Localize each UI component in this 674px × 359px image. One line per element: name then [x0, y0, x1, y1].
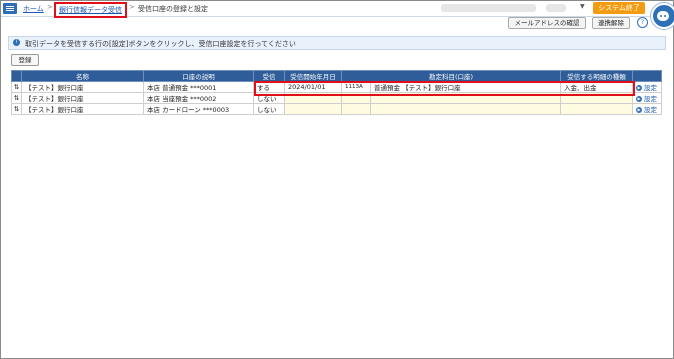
system-end-button[interactable]: システム終了 — [593, 2, 645, 14]
setting-cell: ▶ 設定 — [632, 81, 663, 93]
cell-name: 【テスト】銀行口座 — [21, 92, 144, 104]
cell-account-code — [341, 103, 371, 115]
help-question-icon[interactable]: ? — [637, 17, 648, 28]
hamburger-menu-button[interactable] — [3, 3, 17, 14]
sort-handle-icon[interactable]: ⇅ — [11, 92, 22, 104]
info-icon: i — [13, 39, 20, 46]
column-header-receive[interactable]: 受信 — [253, 70, 285, 82]
menu-line-icon — [6, 8, 14, 9]
cell-name: 【テスト】銀行口座 — [21, 103, 144, 115]
cell-account — [369, 103, 562, 115]
app-frame: ホーム > 銀行信報データ受信 > 受信口座の登録と設定 ▼ システム終了 メー… — [0, 0, 674, 359]
cell-start-date — [284, 103, 342, 115]
mascot-eye-icon — [660, 15, 662, 17]
cell-detail-types — [560, 103, 634, 115]
office-info-blurred — [546, 4, 566, 12]
mascot-face-icon — [657, 11, 669, 21]
cell-description: 本店 当座預金 ***0002 — [143, 92, 254, 104]
cell-name: 【テスト】銀行口座 — [21, 81, 144, 93]
register-button[interactable]: 登録 — [11, 54, 39, 66]
menu-line-icon — [6, 10, 14, 11]
sort-column-header — [11, 70, 22, 82]
table-row: ⇅ 【テスト】銀行口座 本店 カードローン ***0003 しない ▶ 設定 — [11, 103, 663, 115]
top-bar: ホーム > 銀行信報データ受信 > 受信口座の登録と設定 ▼ システム終了 — [1, 1, 673, 18]
info-message: i 取引データを受信する行の[設定]ボタンをクリックし、受信口座設定を行ってくだ… — [8, 36, 666, 50]
column-header-account[interactable]: 勘定科目(口座) — [340, 70, 562, 82]
column-header-setting — [632, 70, 663, 82]
breadcrumb-current: 受信口座の登録と設定 — [138, 5, 208, 13]
menu-line-icon — [6, 6, 14, 7]
setting-button[interactable]: ▶ 設定 — [636, 106, 657, 114]
help-mascot-icon[interactable] — [651, 3, 674, 29]
breadcrumb-separator: > — [129, 3, 135, 11]
breadcrumb-home-link[interactable]: ホーム — [23, 4, 44, 14]
chevron-down-icon[interactable]: ▼ — [580, 3, 585, 10]
user-info-blurred — [441, 4, 536, 12]
mail-address-check-button[interactable]: メールアドレスの確認 — [508, 17, 586, 29]
mascot-eye-icon — [664, 15, 666, 17]
breadcrumb-separator: > — [47, 3, 53, 11]
setting-button[interactable]: ▶ 設定 — [636, 95, 657, 103]
column-header-description[interactable]: 口座の説明 — [143, 70, 254, 82]
setting-cell: ▶ 設定 — [632, 92, 663, 104]
column-header-start-date[interactable]: 受信開始年月日 — [284, 70, 342, 82]
column-header-detail-types[interactable]: 受信する明細の種類 — [560, 70, 634, 82]
setting-label: 設定 — [644, 106, 658, 114]
info-text: 取引データを受信する行の[設定]ボタンをクリックし、受信口座設定を行ってください — [25, 40, 296, 48]
link-release-button[interactable]: 連携解除 — [592, 17, 630, 29]
highlight-box — [254, 81, 635, 96]
arrow-right-icon: ▶ — [636, 107, 643, 113]
sort-handle-icon[interactable]: ⇅ — [11, 103, 22, 115]
cell-receive: しない — [253, 103, 285, 115]
setting-cell: ▶ 設定 — [632, 103, 663, 115]
arrow-right-icon: ▶ — [636, 96, 643, 102]
setting-label: 設定 — [644, 84, 658, 92]
column-header-name[interactable]: 名称 — [21, 70, 144, 82]
table-header-row: 名称 口座の説明 受信 受信開始年月日 勘定科目(口座) 受信する明細の種類 — [11, 70, 663, 82]
setting-label: 設定 — [644, 95, 658, 103]
arrow-right-icon: ▶ — [636, 85, 643, 91]
cell-description: 本店 カードローン ***0003 — [143, 103, 254, 115]
cell-description: 本店 普通預金 ***0001 — [143, 81, 254, 93]
breadcrumb-section-link[interactable]: 銀行信報データ受信 — [54, 2, 127, 18]
sort-handle-icon[interactable]: ⇅ — [11, 81, 22, 93]
setting-button[interactable]: ▶ 設定 — [636, 84, 657, 92]
